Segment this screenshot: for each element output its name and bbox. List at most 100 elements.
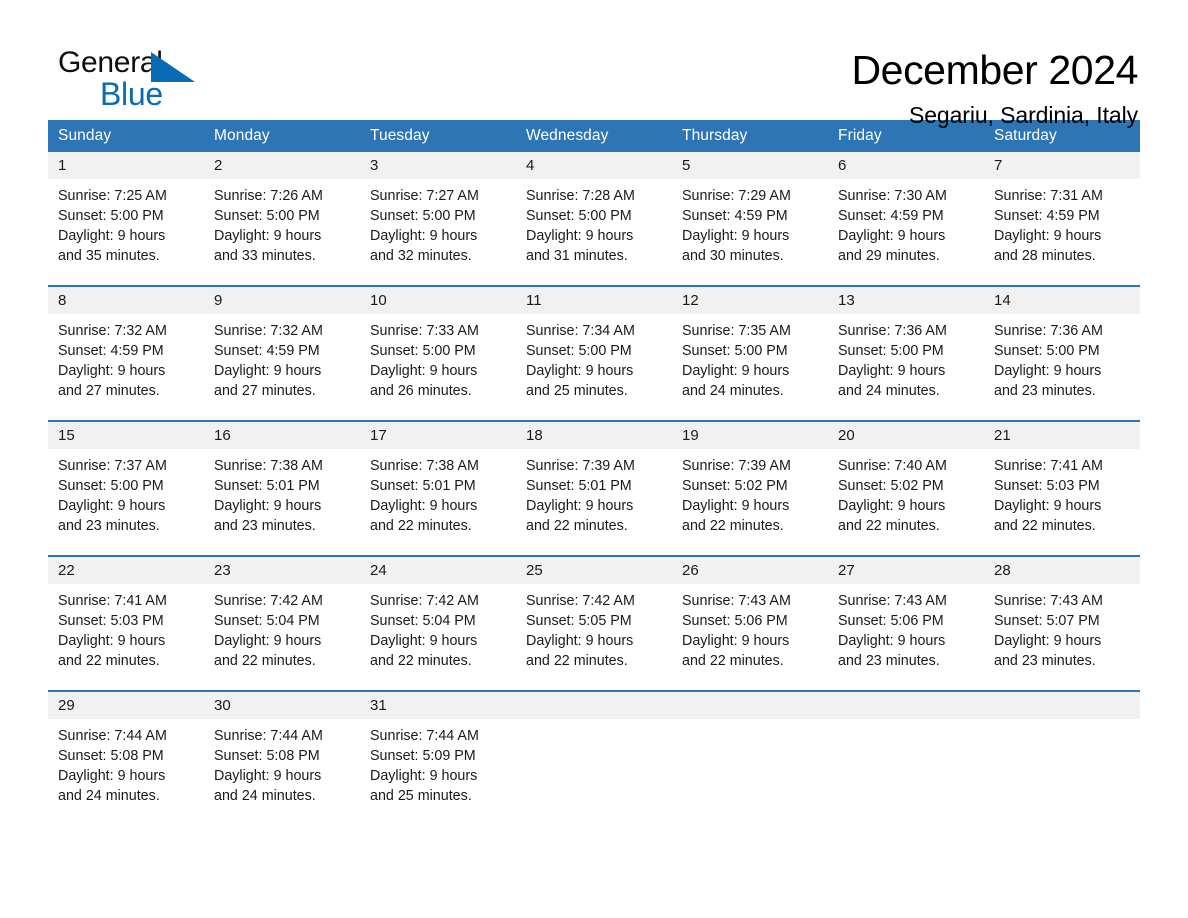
day-cell-content: 16 Sunrise: 7:38 AM Sunset: 5:01 PM Dayligh… bbox=[204, 422, 360, 555]
calendar-day-cell[interactable]: 25 Sunrise: 7:42 AM Sunset: 5:05 PM Dayligh… bbox=[516, 555, 672, 691]
day-number: 25 bbox=[516, 557, 672, 584]
calendar-day-cell[interactable]: 4 Sunrise: 7:28 AM Sunset: 5:00 PM Daylight… bbox=[516, 152, 672, 286]
page-title: December 2024 bbox=[851, 47, 1138, 93]
sunrise-text: Sunrise: 7:38 AM bbox=[214, 458, 323, 474]
daylight-text-line2: and 32 minutes. bbox=[370, 248, 472, 264]
sunrise-text: Sunrise: 7:43 AM bbox=[838, 593, 947, 609]
calendar-day-cell[interactable]: 30 Sunrise: 7:44 AM Sunset: 5:08 PM Dayligh… bbox=[204, 690, 360, 825]
daylight-text-line1: Daylight: 9 hours bbox=[682, 363, 790, 379]
day-cell-content: 29 Sunrise: 7:44 AM Sunset: 5:08 PM Dayligh… bbox=[48, 692, 204, 825]
day-details: Sunrise: 7:35 AM Sunset: 5:00 PM Daylight:… bbox=[672, 314, 828, 401]
calendar-day-cell[interactable] bbox=[672, 690, 828, 825]
calendar-day-cell[interactable]: 20 Sunrise: 7:40 AM Sunset: 5:02 PM Dayligh… bbox=[828, 420, 984, 556]
daylight-text-line1: Daylight: 9 hours bbox=[838, 633, 946, 649]
daylight-text-line2: and 22 minutes. bbox=[526, 518, 628, 534]
daylight-text-line2: and 31 minutes. bbox=[526, 248, 628, 264]
calendar-day-cell[interactable]: 14 Sunrise: 7:36 AM Sunset: 5:00 PM Dayligh… bbox=[984, 285, 1140, 421]
logo-text-general: General bbox=[58, 46, 163, 79]
daylight-text-line1: Daylight: 9 hours bbox=[526, 363, 634, 379]
daylight-text-line1: Daylight: 9 hours bbox=[370, 633, 478, 649]
day-cell-content: 10 Sunrise: 7:33 AM Sunset: 5:00 PM Dayligh… bbox=[360, 287, 516, 420]
sunset-text: Sunset: 5:00 PM bbox=[58, 478, 164, 494]
daylight-text-line2: and 22 minutes. bbox=[214, 653, 316, 669]
day-cell-content: 27 Sunrise: 7:43 AM Sunset: 5:06 PM Dayligh… bbox=[828, 557, 984, 690]
day-details bbox=[828, 719, 984, 726]
daylight-text-line1: Daylight: 9 hours bbox=[370, 498, 478, 514]
day-cell-content: 8 Sunrise: 7:32 AM Sunset: 4:59 PM Daylight… bbox=[48, 287, 204, 420]
day-cell-content: 22 Sunrise: 7:41 AM Sunset: 5:03 PM Dayligh… bbox=[48, 557, 204, 690]
day-number: 13 bbox=[828, 287, 984, 314]
calendar-day-cell[interactable]: 23 Sunrise: 7:42 AM Sunset: 5:04 PM Dayligh… bbox=[204, 555, 360, 691]
calendar-day-cell[interactable] bbox=[828, 690, 984, 825]
day-cell-content: 11 Sunrise: 7:34 AM Sunset: 5:00 PM Dayligh… bbox=[516, 287, 672, 420]
calendar-day-cell[interactable]: 31 Sunrise: 7:44 AM Sunset: 5:09 PM Dayligh… bbox=[360, 690, 516, 825]
calendar-day-cell[interactable]: 16 Sunrise: 7:38 AM Sunset: 5:01 PM Dayligh… bbox=[204, 420, 360, 556]
day-cell-content: 17 Sunrise: 7:38 AM Sunset: 5:01 PM Dayligh… bbox=[360, 422, 516, 555]
calendar-day-cell[interactable]: 13 Sunrise: 7:36 AM Sunset: 5:00 PM Dayligh… bbox=[828, 285, 984, 421]
day-number: 23 bbox=[204, 557, 360, 584]
daylight-text-line2: and 24 minutes. bbox=[838, 383, 940, 399]
calendar-day-cell[interactable]: 9 Sunrise: 7:32 AM Sunset: 4:59 PM Daylight… bbox=[204, 285, 360, 421]
day-cell-content: 24 Sunrise: 7:42 AM Sunset: 5:04 PM Dayligh… bbox=[360, 557, 516, 690]
sunset-text: Sunset: 5:03 PM bbox=[58, 613, 164, 629]
weekday-header-thursday: Thursday bbox=[672, 120, 828, 152]
sunrise-text: Sunrise: 7:43 AM bbox=[682, 593, 791, 609]
sunrise-text: Sunrise: 7:31 AM bbox=[994, 188, 1103, 204]
sunrise-sunset-calendar: Sunday Monday Tuesday Wednesday Thursday… bbox=[48, 120, 1140, 825]
calendar-day-cell[interactable]: 17 Sunrise: 7:38 AM Sunset: 5:01 PM Dayligh… bbox=[360, 420, 516, 556]
day-number: 8 bbox=[48, 287, 204, 314]
daylight-text-line1: Daylight: 9 hours bbox=[526, 633, 634, 649]
calendar-day-cell[interactable]: 22 Sunrise: 7:41 AM Sunset: 5:03 PM Dayligh… bbox=[48, 555, 204, 691]
daylight-text-line1: Daylight: 9 hours bbox=[526, 228, 634, 244]
calendar-day-cell[interactable]: 2 Sunrise: 7:26 AM Sunset: 5:00 PM Daylight… bbox=[204, 152, 360, 286]
sunset-text: Sunset: 5:04 PM bbox=[214, 613, 320, 629]
calendar-day-cell[interactable]: 1 Sunrise: 7:25 AM Sunset: 5:00 PM Daylight… bbox=[48, 152, 204, 286]
day-details: Sunrise: 7:44 AM Sunset: 5:08 PM Daylight:… bbox=[204, 719, 360, 806]
generalblue-logo[interactable]: General Blue bbox=[48, 46, 198, 112]
daylight-text-line2: and 30 minutes. bbox=[682, 248, 784, 264]
daylight-text-line1: Daylight: 9 hours bbox=[214, 633, 322, 649]
calendar-day-cell[interactable]: 3 Sunrise: 7:27 AM Sunset: 5:00 PM Daylight… bbox=[360, 152, 516, 286]
sunset-text: Sunset: 5:03 PM bbox=[994, 478, 1100, 494]
title-block: December 2024 Segariu, Sardinia, Italy bbox=[851, 46, 1140, 130]
weekday-header-tuesday: Tuesday bbox=[360, 120, 516, 152]
calendar-day-cell[interactable]: 12 Sunrise: 7:35 AM Sunset: 5:00 PM Dayligh… bbox=[672, 285, 828, 421]
calendar-day-cell[interactable]: 19 Sunrise: 7:39 AM Sunset: 5:02 PM Dayligh… bbox=[672, 420, 828, 556]
sunset-text: Sunset: 5:00 PM bbox=[370, 343, 476, 359]
daylight-text-line1: Daylight: 9 hours bbox=[682, 633, 790, 649]
calendar-day-cell[interactable] bbox=[984, 690, 1140, 825]
day-details: Sunrise: 7:32 AM Sunset: 4:59 PM Daylight:… bbox=[48, 314, 204, 401]
day-cell-content: 1 Sunrise: 7:25 AM Sunset: 5:00 PM Daylight… bbox=[48, 152, 204, 285]
calendar-day-cell[interactable]: 28 Sunrise: 7:43 AM Sunset: 5:07 PM Dayligh… bbox=[984, 555, 1140, 691]
day-details: Sunrise: 7:37 AM Sunset: 5:00 PM Daylight:… bbox=[48, 449, 204, 536]
day-number: 17 bbox=[360, 422, 516, 449]
calendar-day-cell[interactable]: 27 Sunrise: 7:43 AM Sunset: 5:06 PM Dayligh… bbox=[828, 555, 984, 691]
daylight-text-line1: Daylight: 9 hours bbox=[526, 498, 634, 514]
day-cell-content: 18 Sunrise: 7:39 AM Sunset: 5:01 PM Dayligh… bbox=[516, 422, 672, 555]
calendar-day-cell[interactable]: 21 Sunrise: 7:41 AM Sunset: 5:03 PM Dayligh… bbox=[984, 420, 1140, 556]
calendar-day-cell[interactable]: 29 Sunrise: 7:44 AM Sunset: 5:08 PM Dayligh… bbox=[48, 690, 204, 825]
daylight-text-line1: Daylight: 9 hours bbox=[994, 228, 1102, 244]
calendar-day-cell[interactable]: 18 Sunrise: 7:39 AM Sunset: 5:01 PM Dayligh… bbox=[516, 420, 672, 556]
day-number: 28 bbox=[984, 557, 1140, 584]
calendar-day-cell[interactable]: 10 Sunrise: 7:33 AM Sunset: 5:00 PM Dayligh… bbox=[360, 285, 516, 421]
day-details: Sunrise: 7:43 AM Sunset: 5:06 PM Daylight:… bbox=[828, 584, 984, 671]
day-details bbox=[516, 719, 672, 726]
calendar-day-cell[interactable]: 6 Sunrise: 7:30 AM Sunset: 4:59 PM Daylight… bbox=[828, 152, 984, 286]
calendar-day-cell[interactable]: 11 Sunrise: 7:34 AM Sunset: 5:00 PM Dayligh… bbox=[516, 285, 672, 421]
sunset-text: Sunset: 5:00 PM bbox=[994, 343, 1100, 359]
calendar-day-cell[interactable]: 24 Sunrise: 7:42 AM Sunset: 5:04 PM Dayligh… bbox=[360, 555, 516, 691]
sunrise-text: Sunrise: 7:35 AM bbox=[682, 323, 791, 339]
daylight-text-line1: Daylight: 9 hours bbox=[994, 498, 1102, 514]
calendar-day-cell[interactable]: 7 Sunrise: 7:31 AM Sunset: 4:59 PM Daylight… bbox=[984, 152, 1140, 286]
calendar-day-cell[interactable] bbox=[516, 690, 672, 825]
calendar-day-cell[interactable]: 5 Sunrise: 7:29 AM Sunset: 4:59 PM Daylight… bbox=[672, 152, 828, 286]
day-details: Sunrise: 7:44 AM Sunset: 5:08 PM Daylight:… bbox=[48, 719, 204, 806]
daylight-text-line1: Daylight: 9 hours bbox=[214, 498, 322, 514]
calendar-day-cell[interactable]: 26 Sunrise: 7:43 AM Sunset: 5:06 PM Dayligh… bbox=[672, 555, 828, 691]
day-details: Sunrise: 7:32 AM Sunset: 4:59 PM Daylight:… bbox=[204, 314, 360, 401]
calendar-day-cell[interactable]: 8 Sunrise: 7:32 AM Sunset: 4:59 PM Daylight… bbox=[48, 285, 204, 421]
calendar-day-cell[interactable]: 15 Sunrise: 7:37 AM Sunset: 5:00 PM Dayligh… bbox=[48, 420, 204, 556]
day-number: 19 bbox=[672, 422, 828, 449]
day-number: 11 bbox=[516, 287, 672, 314]
